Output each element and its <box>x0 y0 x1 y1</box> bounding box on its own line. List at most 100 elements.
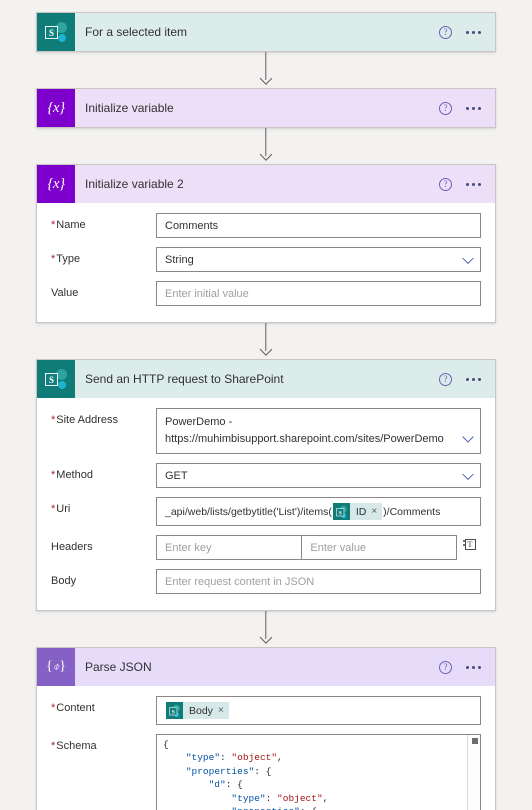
connector-arrow <box>0 323 532 359</box>
step-header[interactable]: S For a selected item ? <box>37 13 495 51</box>
dynamic-content-token-body[interactable]: S Body × <box>166 702 229 719</box>
token-label: ID <box>355 505 367 518</box>
step-header[interactable]: S Send an HTTP request to SharePoint ? <box>37 360 495 398</box>
help-icon[interactable]: ? <box>439 25 452 39</box>
field-label-text: Name <box>56 219 86 231</box>
headers-value-input[interactable]: Enter value <box>301 535 457 560</box>
sharepoint-icon: S <box>37 13 75 51</box>
step-card-parse-json[interactable]: {⌽} Parse JSON ? *Content S Body × *Sche… <box>36 647 496 810</box>
field-label-text: Headers <box>51 541 93 553</box>
chevron-down-icon <box>462 252 474 264</box>
step-card-send-http-request-sharepoint[interactable]: S Send an HTTP request to SharePoint ? *… <box>36 359 496 611</box>
step-header-actions: ? <box>439 372 481 386</box>
help-icon[interactable]: ? <box>439 660 452 674</box>
flow-canvas: S For a selected item ? {x} Initialize v… <box>0 0 532 810</box>
step-title: Send an HTTP request to SharePoint <box>85 372 284 386</box>
token-remove-icon[interactable]: × <box>218 705 224 716</box>
schema-code-text[interactable]: { "type": "object", "properties": { "d":… <box>157 735 480 810</box>
value-input-placeholder: Enter initial value <box>165 287 249 300</box>
variable-icon: {x} <box>37 89 75 127</box>
step-title: Initialize variable <box>85 101 174 115</box>
field-label-type: *Type <box>51 253 81 265</box>
help-icon[interactable]: ? <box>439 177 452 191</box>
step-card-initialize-variable[interactable]: {x} Initialize variable ? <box>36 88 496 128</box>
sharepoint-icon: S <box>332 503 350 520</box>
connector-arrow <box>0 128 532 164</box>
parse-json-icon: {⌽} <box>37 648 75 686</box>
field-label-method: *Method <box>51 469 93 481</box>
field-label-text: Type <box>56 253 81 265</box>
field-label-text: Uri <box>56 503 71 515</box>
name-input[interactable]: Comments <box>156 213 481 238</box>
help-icon[interactable]: ? <box>439 372 452 386</box>
field-label-text: Schema <box>56 740 97 752</box>
method-select[interactable]: GET <box>156 463 481 488</box>
scroll-up-icon[interactable] <box>468 735 480 747</box>
headers-key-input[interactable]: Enter key <box>156 535 302 560</box>
step-header-actions: ? <box>439 101 481 115</box>
field-row-method: *Method GET <box>51 463 481 488</box>
chevron-down-icon <box>462 431 474 443</box>
content-input[interactable]: S Body × <box>156 696 481 725</box>
chevron-down-icon <box>462 468 474 480</box>
field-label-name: *Name <box>51 219 86 231</box>
step-body: *Content S Body × *Schema {"type": "obj… <box>37 686 495 810</box>
step-header[interactable]: {x} Initialize variable ? <box>37 89 495 127</box>
headers-value-placeholder: Enter value <box>310 541 367 554</box>
more-options-icon[interactable] <box>466 106 481 110</box>
uri-suffix-text: )/Comments <box>383 505 441 518</box>
step-title: Parse JSON <box>85 660 152 674</box>
token-label: Body <box>189 704 213 717</box>
schema-scrollbar[interactable] <box>467 735 480 810</box>
step-card-for-a-selected-item[interactable]: S For a selected item ? <box>36 12 496 52</box>
step-title: Initialize variable 2 <box>85 177 184 191</box>
site-address-line-2: https://muhimbisupport.sharepoint.com/si… <box>165 433 444 445</box>
switch-to-text-mode-icon[interactable]: T <box>457 535 481 552</box>
variable-icon: {x} <box>37 165 75 203</box>
field-label-uri: *Uri <box>51 503 71 515</box>
connector-arrow <box>0 611 532 647</box>
field-label-text: Content <box>56 702 95 714</box>
site-address-select[interactable]: PowerDemo - https://muhimbisupport.share… <box>156 408 481 454</box>
more-options-icon[interactable] <box>466 182 481 186</box>
site-address-line-1: PowerDemo - <box>165 416 233 428</box>
step-title: For a selected item <box>85 25 188 39</box>
help-icon[interactable]: ? <box>439 101 452 115</box>
field-row-site-address: *Site Address PowerDemo - https://muhimb… <box>51 408 481 454</box>
schema-editor[interactable]: { "type": "object", "properties": { "d":… <box>156 734 481 810</box>
headers-key-placeholder: Enter key <box>165 541 212 554</box>
canvas-top-spacer <box>0 0 532 12</box>
field-label-text: Value <box>51 287 79 299</box>
more-options-icon[interactable] <box>466 30 481 34</box>
more-options-icon[interactable] <box>466 377 481 381</box>
step-header-actions: ? <box>439 177 481 191</box>
sharepoint-icon: S <box>37 360 75 398</box>
step-card-initialize-variable-2[interactable]: {x} Initialize variable 2 ? *Name Commen… <box>36 164 496 323</box>
step-header[interactable]: {⌽} Parse JSON ? <box>37 648 495 686</box>
value-input[interactable]: Enter initial value <box>156 281 481 306</box>
body-input-placeholder: Enter request content in JSON <box>165 575 315 588</box>
body-input[interactable]: Enter request content in JSON <box>156 569 481 594</box>
step-header-actions: ? <box>439 25 481 39</box>
dynamic-content-token-id[interactable]: S ID × <box>332 503 383 520</box>
token-remove-icon[interactable]: × <box>371 506 377 517</box>
field-row-body: Body Enter request content in JSON <box>51 569 481 594</box>
field-label-site-address: *Site Address <box>51 414 119 426</box>
uri-prefix-text: _api/web/lists/getbytitle('List')/items( <box>165 505 332 518</box>
field-row-type: *Type String <box>51 247 481 272</box>
step-body: *Site Address PowerDemo - https://muhimb… <box>37 398 495 610</box>
field-row-headers: Headers Enter key Enter value T <box>51 535 481 560</box>
type-select[interactable]: String <box>156 247 481 272</box>
field-label-text: Body <box>51 575 77 587</box>
type-select-value: String <box>165 253 194 266</box>
uri-input[interactable]: _api/web/lists/getbytitle('List')/items(… <box>156 497 481 526</box>
more-options-icon[interactable] <box>466 665 481 669</box>
field-row-name: *Name Comments <box>51 213 481 238</box>
field-label-value: Value <box>51 281 156 299</box>
step-header[interactable]: {x} Initialize variable 2 ? <box>37 165 495 203</box>
field-label-schema: *Schema <box>51 740 97 752</box>
step-body: *Name Comments *Type String Value Enter … <box>37 203 495 322</box>
method-select-value: GET <box>165 469 188 482</box>
field-label-text: Method <box>56 469 93 481</box>
scrollbar-track[interactable] <box>468 747 480 810</box>
